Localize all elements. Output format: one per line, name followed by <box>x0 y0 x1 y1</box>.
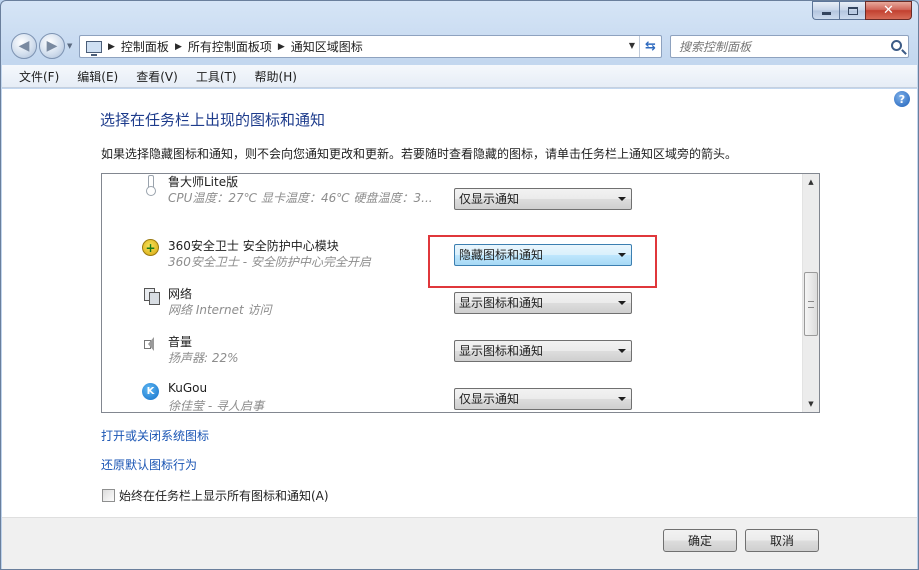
behavior-value: 仅显示通知 <box>459 192 520 206</box>
minimize-icon <box>821 12 831 15</box>
360-shield-icon: + <box>142 239 159 256</box>
help-icon[interactable]: ? <box>894 91 910 107</box>
recent-pages-dropdown[interactable]: ▼ <box>67 42 72 50</box>
minimize-button[interactable] <box>812 1 839 20</box>
menu-bar: 文件(F) 编辑(E) 查看(V) 工具(T) 帮助(H) <box>2 65 917 88</box>
item-status: CPU温度：27℃ 显卡温度：46℃ 硬盘温度：3... <box>168 191 433 205</box>
system-icons-link[interactable]: 打开或关闭系统图标 <box>101 427 209 444</box>
dialog-footer: 确定 取消 <box>2 517 917 569</box>
behavior-select[interactable]: 仅显示通知 <box>454 188 632 210</box>
forward-arrow-icon: ▶ <box>46 38 58 54</box>
item-status: 扬声器: 22% <box>168 351 239 365</box>
menu-view[interactable]: 查看(V) <box>127 68 187 85</box>
chevron-down-icon <box>618 397 626 401</box>
item-name: KuGou <box>168 381 208 395</box>
list-scrollbar[interactable]: ▲ ▼ <box>802 174 819 412</box>
behavior-select[interactable]: 显示图标和通知 <box>454 340 632 362</box>
chevron-right-icon[interactable]: ▶ <box>278 42 285 52</box>
behavior-value: 显示图标和通知 <box>459 296 544 310</box>
caption-buttons: ✕ <box>812 1 912 20</box>
cancel-button[interactable]: 取消 <box>745 529 819 552</box>
refresh-icon: ⇆ <box>645 39 656 54</box>
annotation-highlight <box>428 235 657 288</box>
chevron-down-icon <box>618 349 626 353</box>
notification-icons-list[interactable]: 鲁大师Lite版 CPU温度：27℃ 显卡温度：46℃ 硬盘温度：3... 仅显… <box>101 173 820 413</box>
item-name: 音量 <box>168 335 193 349</box>
scroll-up-icon[interactable]: ▲ <box>803 174 819 190</box>
search-box[interactable] <box>670 35 909 58</box>
chevron-down-icon <box>618 197 626 201</box>
ok-button[interactable]: 确定 <box>663 529 737 552</box>
behavior-value: 仅显示通知 <box>459 392 520 406</box>
forward-button[interactable]: ▶ <box>39 33 65 59</box>
chevron-right-icon[interactable]: ▶ <box>175 42 182 52</box>
behavior-select[interactable]: 仅显示通知 <box>454 388 632 410</box>
page-title: 选择在任务栏上出现的图标和通知 <box>100 111 326 129</box>
item-name: 网络 <box>168 287 193 301</box>
list-item: 鲁大师Lite版 CPU温度：27℃ 显卡温度：46℃ 硬盘温度：3... 仅显… <box>102 174 802 218</box>
breadcrumb-all-items[interactable]: 所有控制面板项 <box>188 38 272 55</box>
chevron-down-icon <box>618 301 626 305</box>
content-area: ? 选择在任务栏上出现的图标和通知 如果选择隐藏图标和通知，则不会向您通知更改和… <box>2 89 917 517</box>
menu-edit[interactable]: 编辑(E) <box>68 68 127 85</box>
computer-icon <box>86 40 102 56</box>
restore-default-link[interactable]: 还原默认图标行为 <box>101 456 197 473</box>
back-arrow-icon: ◀ <box>18 38 30 54</box>
address-dropdown-icon[interactable]: ▼ <box>629 41 635 50</box>
address-bar[interactable]: ▶ 控制面板 ▶ 所有控制面板项 ▶ 通知区域图标 ▼ ⇆ <box>79 35 662 58</box>
item-name: 360安全卫士 安全防护中心模块 <box>168 239 339 253</box>
item-name: 鲁大师Lite版 <box>168 175 239 189</box>
network-icon <box>142 287 160 305</box>
control-panel-window: ✕ ◀ ▶ ▼ ▶ 控制面板 ▶ 所有控制面板项 ▶ 通知区域图标 ▼ ⇆ 文件… <box>0 0 919 570</box>
chevron-right-icon[interactable]: ▶ <box>108 42 115 52</box>
list-item: 网络 网络 Internet 访问 显示图标和通知 <box>102 282 802 330</box>
item-status: 360安全卫士 - 安全防护中心完全开启 <box>168 255 371 269</box>
menu-tools[interactable]: 工具(T) <box>187 68 246 85</box>
search-input[interactable] <box>671 36 871 57</box>
item-status: 徐佳莹 - 寻人启事 <box>168 399 264 413</box>
behavior-select[interactable]: 显示图标和通知 <box>454 292 632 314</box>
thermometer-icon <box>142 175 159 196</box>
checkbox-box[interactable] <box>102 489 115 502</box>
volume-icon <box>142 335 159 352</box>
kugou-icon: K <box>142 383 159 400</box>
back-button[interactable]: ◀ <box>11 33 37 59</box>
close-icon: ✕ <box>883 3 894 18</box>
close-button[interactable]: ✕ <box>865 1 912 20</box>
list-item: K KuGou 徐佳莹 - 寻人启事 仅显示通知 <box>102 378 802 413</box>
always-show-label[interactable]: 始终在任务栏上显示所有图标和通知(A) <box>119 487 329 504</box>
scrollbar-thumb[interactable] <box>804 272 818 336</box>
breadcrumb-control-panel[interactable]: 控制面板 <box>121 38 169 55</box>
list-item: 音量 扬声器: 22% 显示图标和通知 <box>102 330 802 378</box>
scroll-down-icon[interactable]: ▼ <box>803 396 819 412</box>
breadcrumb-notification-icons[interactable]: 通知区域图标 <box>291 38 363 55</box>
menu-help[interactable]: 帮助(H) <box>246 68 306 85</box>
refresh-button[interactable]: ⇆ <box>639 36 661 57</box>
menu-file[interactable]: 文件(F) <box>10 68 68 85</box>
always-show-checkbox[interactable]: 始终在任务栏上显示所有图标和通知(A) <box>102 487 329 504</box>
behavior-value: 显示图标和通知 <box>459 344 544 358</box>
item-status: 网络 Internet 访问 <box>168 303 272 317</box>
page-description: 如果选择隐藏图标和通知，则不会向您通知更改和更新。若要随时查看隐藏的图标，请单击… <box>101 147 738 161</box>
maximize-button[interactable] <box>839 1 865 20</box>
maximize-icon <box>847 6 858 15</box>
search-icon[interactable] <box>891 40 902 51</box>
